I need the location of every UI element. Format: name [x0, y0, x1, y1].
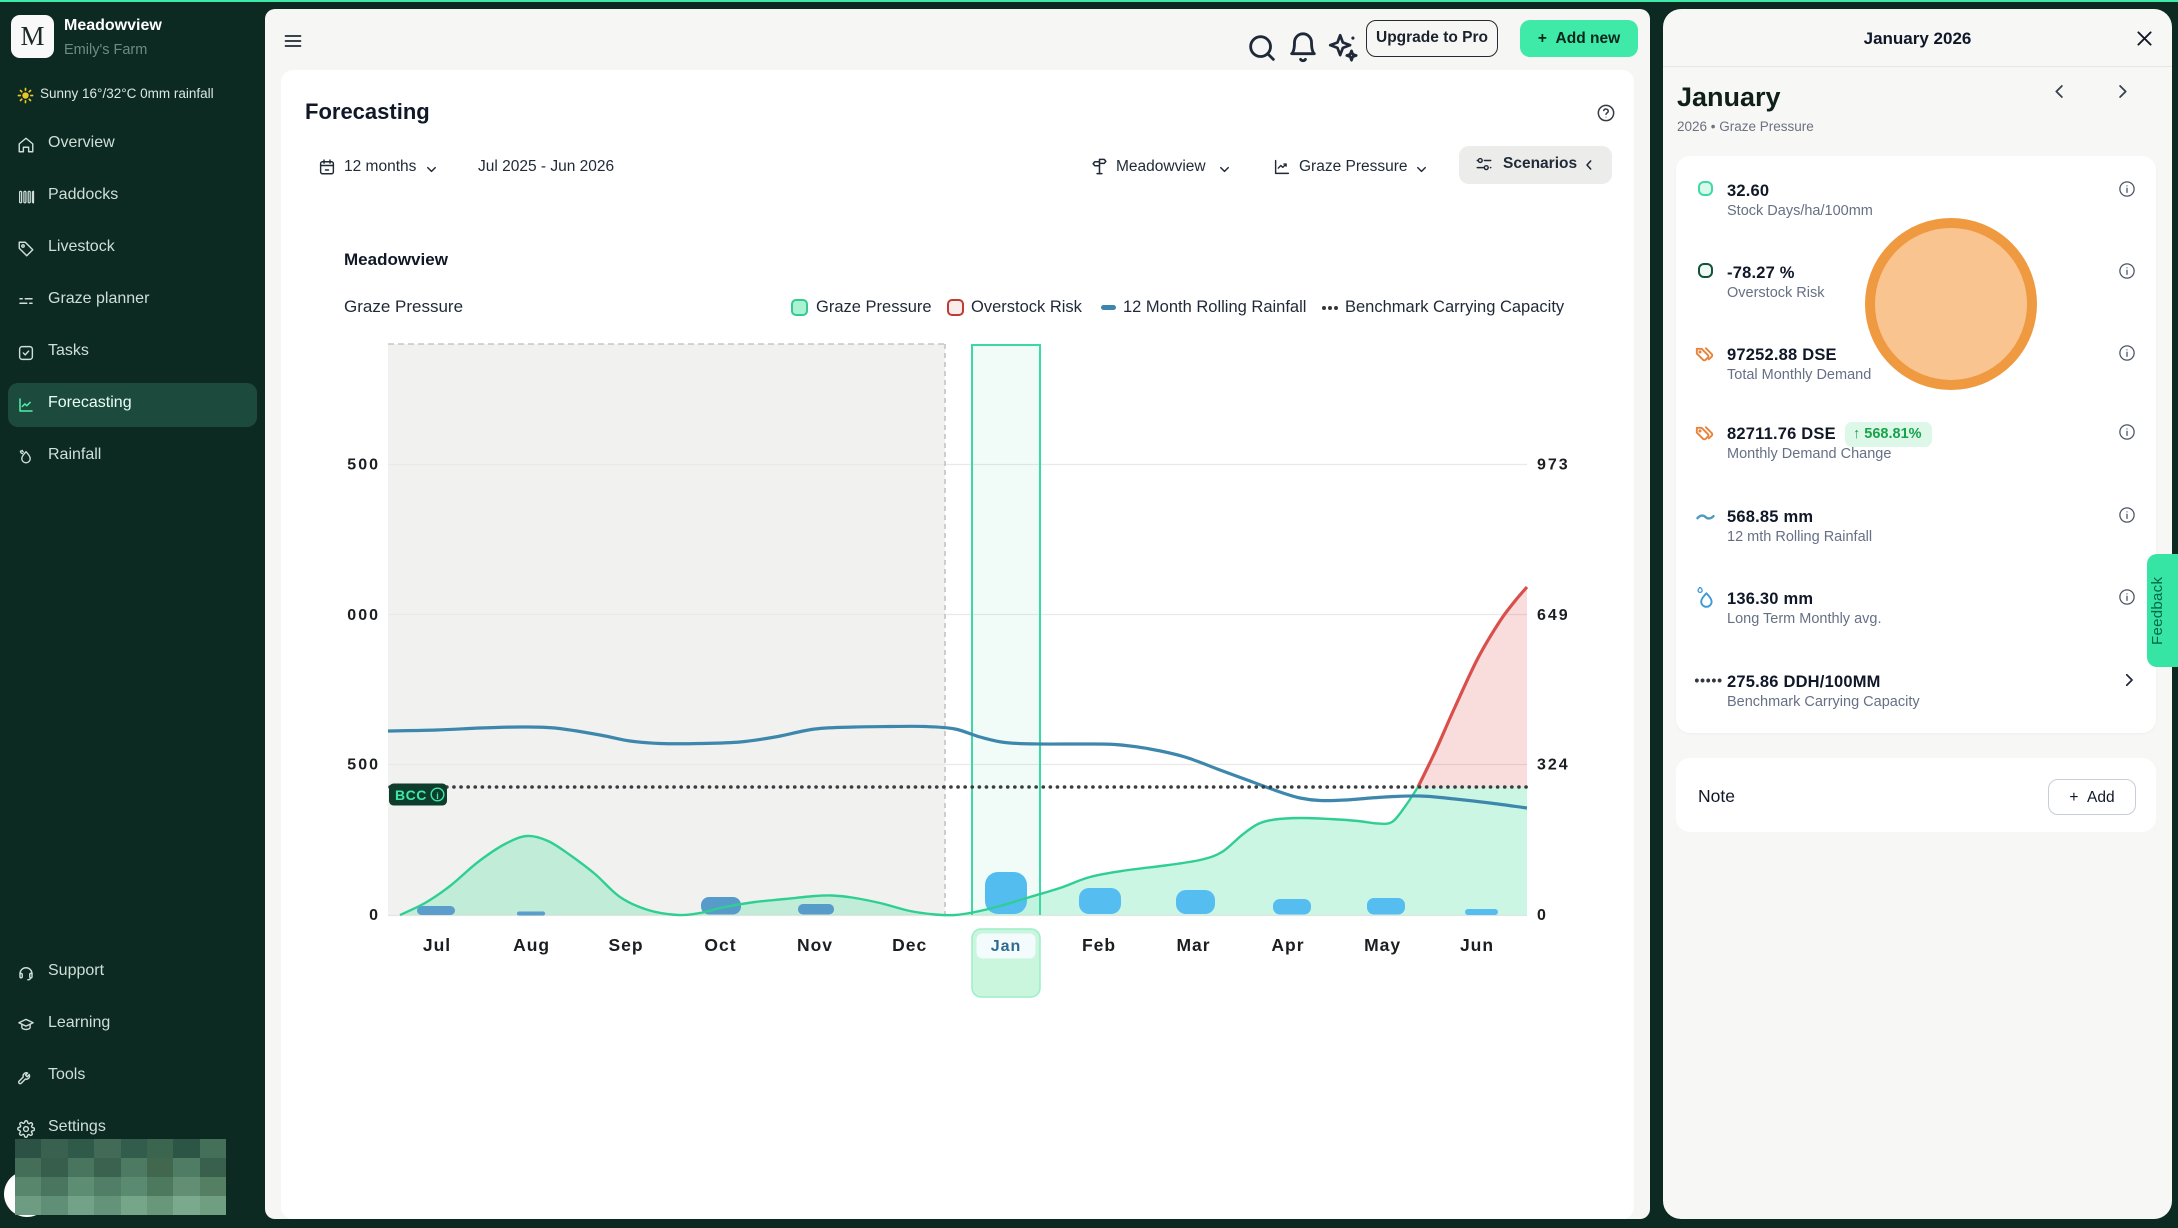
svg-text:Oct: Oct — [704, 935, 736, 955]
svg-text:Jun: Jun — [1460, 935, 1494, 955]
svg-text:0: 0 — [1537, 907, 1548, 924]
svg-text:Sep: Sep — [608, 935, 643, 955]
svg-text:500: 500 — [347, 757, 380, 774]
svg-text:500: 500 — [347, 457, 380, 474]
svg-text:Dec: Dec — [892, 935, 927, 955]
svg-text:Aug: Aug — [513, 935, 550, 955]
svg-text:Apr: Apr — [1271, 935, 1304, 955]
svg-text:Jul: Jul — [423, 935, 451, 955]
svg-text:Feb: Feb — [1082, 935, 1116, 955]
svg-text:BCC: BCC — [395, 787, 427, 803]
svg-text:Mar: Mar — [1176, 935, 1210, 955]
svg-text:Nov: Nov — [797, 935, 833, 955]
svg-text:0: 0 — [369, 907, 380, 924]
svg-text:324: 324 — [1537, 757, 1570, 774]
svg-text:i: i — [436, 791, 439, 801]
svg-text:649: 649 — [1537, 607, 1570, 624]
svg-text:Jan: Jan — [991, 938, 1022, 955]
svg-text:May: May — [1364, 935, 1401, 955]
svg-text:973: 973 — [1537, 457, 1570, 474]
svg-text:000: 000 — [347, 607, 380, 624]
